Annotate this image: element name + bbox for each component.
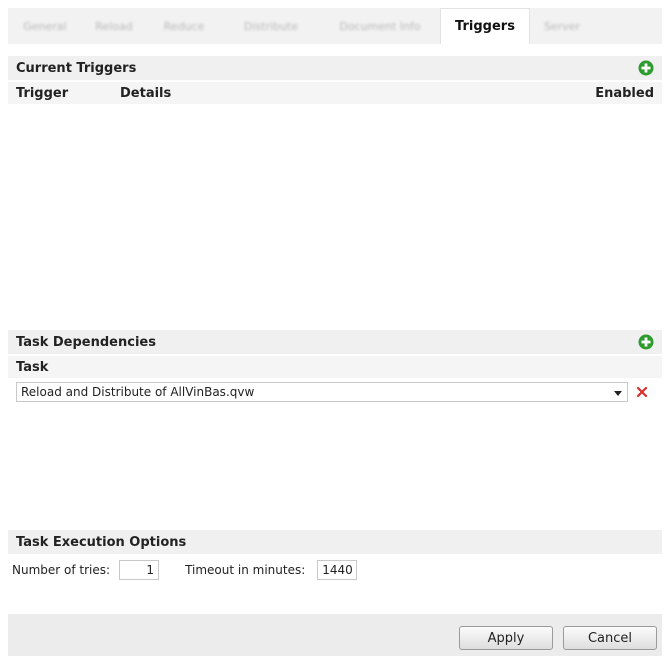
tab-server[interactable]: Server bbox=[530, 8, 594, 44]
remove-dependency-icon[interactable] bbox=[636, 386, 648, 398]
tab-content-panel: Current Triggers Trigger Details Enabled… bbox=[8, 44, 662, 614]
tries-input[interactable] bbox=[119, 560, 160, 580]
timeout-label: Timeout in minutes: bbox=[185, 563, 306, 577]
enabled-column-label: Enabled bbox=[595, 85, 654, 101]
task-properties-window: General Reload Reduce Distribute Documen… bbox=[0, 0, 669, 656]
cancel-button[interactable]: Cancel bbox=[563, 626, 657, 650]
timeout-input[interactable] bbox=[317, 560, 358, 580]
current-triggers-title: Current Triggers bbox=[16, 60, 137, 76]
triggers-list-area bbox=[8, 104, 662, 328]
current-triggers-header: Current Triggers bbox=[8, 56, 662, 80]
task-dependencies-title: Task Dependencies bbox=[16, 334, 156, 350]
execution-options-title: Task Execution Options bbox=[16, 534, 187, 550]
task-column-header: Task bbox=[8, 356, 662, 378]
task-dependencies-header: Task Dependencies bbox=[8, 330, 662, 354]
tab-distribute[interactable]: Distribute bbox=[222, 8, 320, 44]
triggers-column-header: Trigger Details Enabled bbox=[8, 82, 662, 104]
execution-options-header: Task Execution Options bbox=[8, 530, 662, 554]
execution-options-row: Number of tries: Timeout in minutes: bbox=[12, 559, 358, 581]
task-dropdown-value: Reload and Distribute of AllVinBas.qvw bbox=[21, 385, 255, 399]
chevron-down-icon bbox=[614, 391, 622, 396]
task-dependency-row: Reload and Distribute of AllVinBas.qvw bbox=[16, 381, 662, 403]
tab-reduce[interactable]: Reduce bbox=[146, 8, 222, 44]
tab-triggers[interactable]: Triggers bbox=[440, 8, 530, 44]
task-column-label: Task bbox=[16, 359, 49, 375]
dialog-footer: Apply Cancel bbox=[8, 614, 662, 656]
tab-general[interactable]: General bbox=[8, 8, 82, 44]
apply-button[interactable]: Apply bbox=[459, 626, 553, 650]
trigger-column-label: Trigger bbox=[16, 85, 69, 101]
add-trigger-icon[interactable] bbox=[638, 60, 654, 76]
tab-document-info[interactable]: Document Info bbox=[320, 8, 440, 44]
add-dependency-icon[interactable] bbox=[638, 334, 654, 350]
tab-reload[interactable]: Reload bbox=[82, 8, 146, 44]
tab-strip: General Reload Reduce Distribute Documen… bbox=[8, 8, 662, 44]
details-column-label: Details bbox=[120, 85, 172, 101]
tries-label: Number of tries: bbox=[12, 563, 111, 577]
task-dropdown[interactable]: Reload and Distribute of AllVinBas.qvw bbox=[16, 382, 628, 402]
